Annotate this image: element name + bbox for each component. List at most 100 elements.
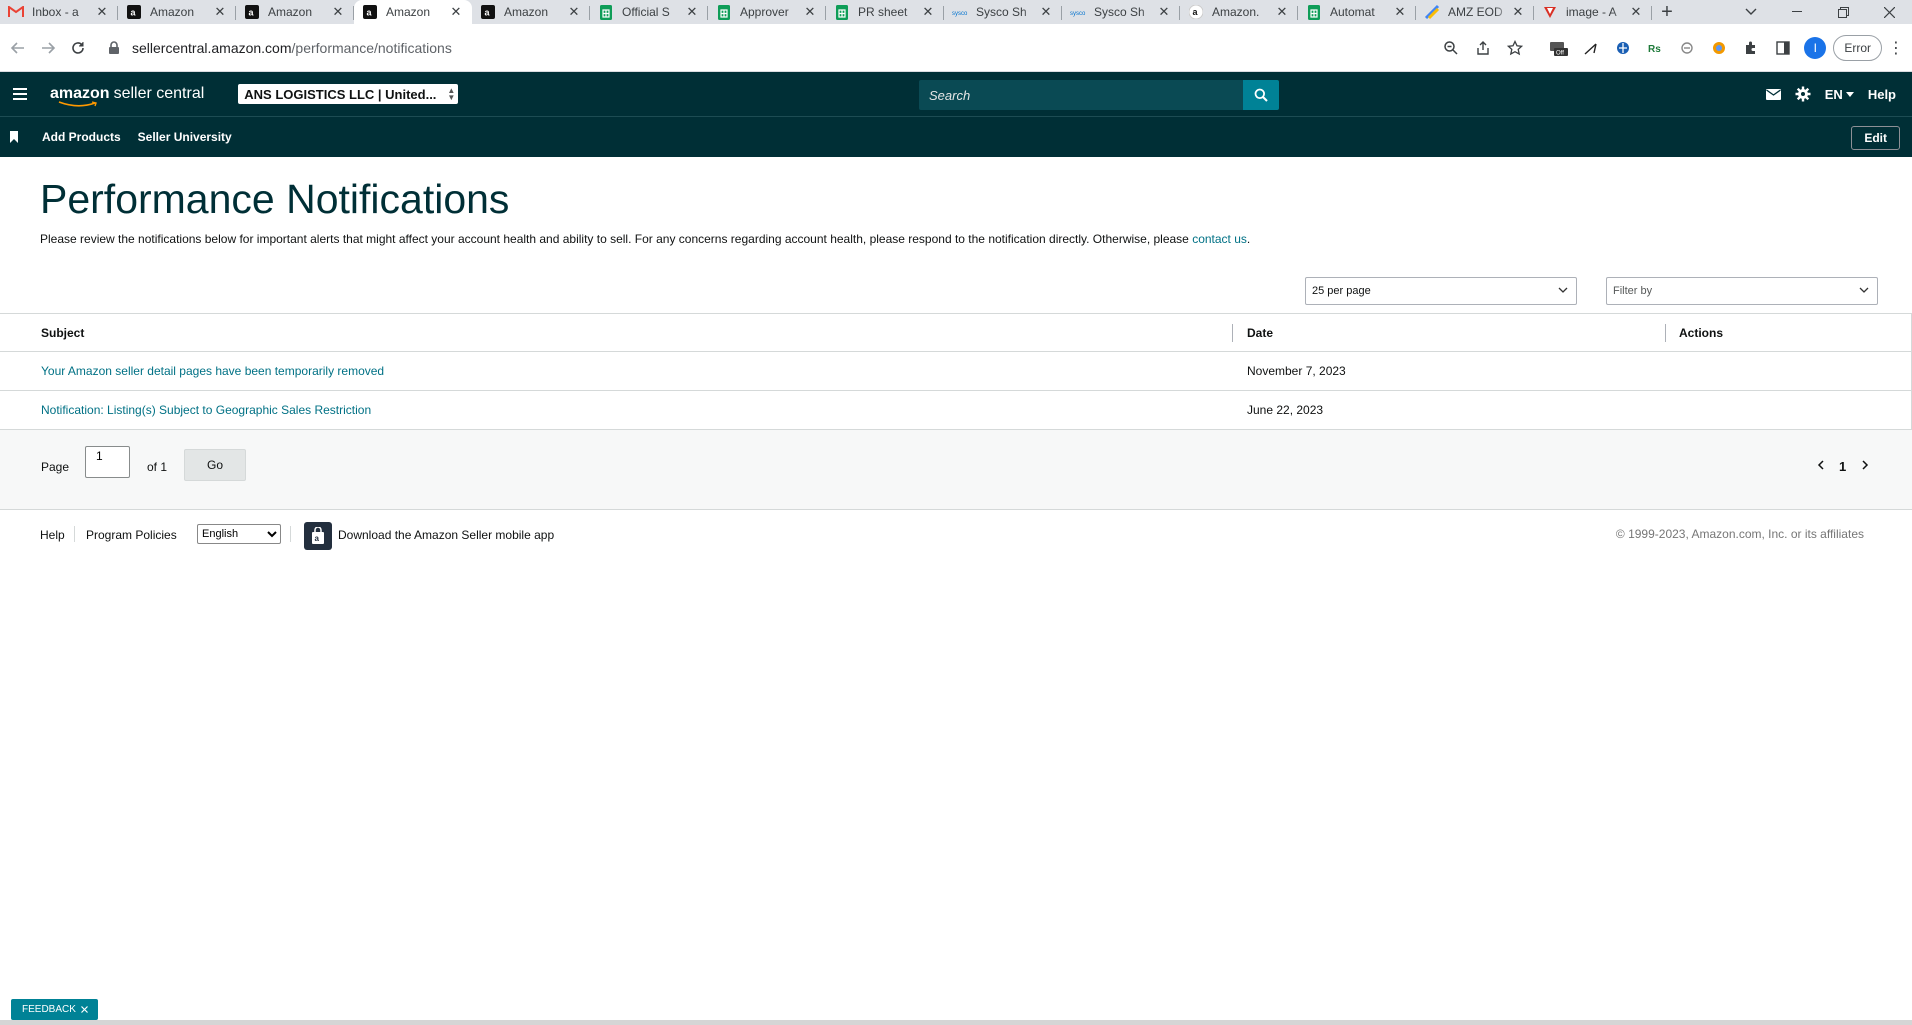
footer-language-select[interactable]: English [197, 524, 281, 544]
close-tab-icon[interactable]: ✕ [1156, 4, 1172, 20]
hamburger-menu-icon[interactable] [6, 88, 34, 100]
footer-program-policies-link[interactable]: Program Policies [86, 528, 177, 542]
side-panel-icon[interactable] [1769, 34, 1797, 62]
error-indicator[interactable]: Error [1833, 34, 1882, 61]
close-tab-icon[interactable]: ✕ [212, 4, 228, 20]
browser-tab[interactable]: a Amazon ✕ [236, 0, 354, 24]
browser-menu-icon[interactable]: ⋮ [1886, 38, 1906, 58]
browser-tab[interactable]: sysco Sysco Sh ✕ [944, 0, 1062, 24]
tab-title: Sysco Sh [976, 5, 1027, 19]
download-app-link[interactable]: Download the Amazon Seller mobile app [338, 528, 554, 542]
minimize-button[interactable] [1774, 0, 1820, 24]
close-tab-icon[interactable]: ✕ [1510, 4, 1526, 20]
close-tab-icon[interactable]: ✕ [566, 4, 582, 20]
extension-off-icon[interactable]: Off [1545, 34, 1573, 62]
browser-tab[interactable]: sysco Sysco Sh ✕ [1062, 0, 1180, 24]
chevron-down-icon [1558, 287, 1568, 293]
browser-tab[interactable]: Inbox - a ✕ [0, 0, 118, 24]
seller-central-logo[interactable]: amazon seller central [50, 85, 204, 107]
search-input[interactable] [919, 80, 1243, 110]
svg-text:Off: Off [1556, 50, 1564, 56]
forward-button[interactable] [34, 34, 62, 62]
browser-tab[interactable]: AMZ EOD ✕ [1416, 0, 1534, 24]
footer-help-link[interactable]: Help [40, 528, 65, 542]
browser-tab[interactable]: Automat ✕ [1298, 0, 1416, 24]
bookmark-star-icon[interactable] [1501, 34, 1529, 62]
tab-title: image - A [1566, 5, 1617, 19]
feedback-button[interactable]: FEEDBACK [11, 999, 98, 1020]
mail-icon[interactable] [1765, 88, 1781, 100]
reload-button[interactable] [64, 34, 92, 62]
extension-circle-icon[interactable] [1705, 34, 1733, 62]
sysco-icon: sysco [952, 4, 968, 20]
close-tab-icon[interactable]: ✕ [920, 4, 936, 20]
settings-gear-icon[interactable] [1795, 86, 1811, 102]
browser-tab[interactable]: a Amazon. ✕ [1180, 0, 1298, 24]
tab-search-icon[interactable] [1728, 0, 1774, 24]
amazon-icon: a [126, 4, 142, 20]
back-button[interactable] [4, 34, 32, 62]
close-window-button[interactable] [1866, 0, 1912, 24]
window-controls [1728, 0, 1912, 24]
notification-subject-link[interactable]: Notification: Listing(s) Subject to Geog… [41, 403, 371, 417]
extension-rs-icon[interactable]: Rs [1641, 34, 1669, 62]
colorful-icon [1424, 4, 1440, 20]
header-actions: EN Help [1765, 72, 1896, 116]
search-button[interactable] [1243, 80, 1279, 110]
extension-globe-icon[interactable] [1609, 34, 1637, 62]
browser-tab[interactable]: Official S ✕ [590, 0, 708, 24]
filter-select[interactable]: Filter by [1606, 277, 1878, 305]
browser-tab[interactable]: Approver ✕ [708, 0, 826, 24]
extensions-puzzle-icon[interactable] [1737, 34, 1765, 62]
zoom-icon[interactable] [1437, 34, 1465, 62]
page-number-input[interactable] [85, 446, 130, 478]
current-page-number[interactable]: 1 [1839, 459, 1846, 474]
new-tab-button[interactable]: + [1652, 0, 1682, 24]
next-page-icon[interactable] [1861, 460, 1869, 470]
close-tab-icon[interactable]: ✕ [330, 4, 346, 20]
nav-add-products[interactable]: Add Products [42, 130, 121, 144]
browser-tab[interactable]: a Amazon ✕ [118, 0, 236, 24]
close-tab-icon[interactable]: ✕ [94, 4, 110, 20]
browser-tab[interactable]: image - A ✕ [1534, 0, 1652, 24]
lock-icon[interactable] [102, 40, 126, 55]
help-link[interactable]: Help [1868, 87, 1896, 102]
horizontal-scrollbar[interactable] [0, 1020, 1912, 1025]
sheets-icon [598, 4, 614, 20]
tab-title: AMZ EOD [1448, 5, 1503, 19]
close-tab-icon[interactable]: ✕ [1392, 4, 1408, 20]
amazon-icon: a [480, 4, 496, 20]
language-code: EN [1824, 86, 1843, 102]
extension-arrow-icon[interactable] [1577, 34, 1605, 62]
bookmark-icon[interactable] [8, 131, 20, 143]
go-button[interactable]: Go [184, 449, 246, 481]
restore-button[interactable] [1820, 0, 1866, 24]
profile-avatar[interactable]: I [1801, 34, 1829, 62]
close-tab-icon[interactable]: ✕ [1628, 4, 1644, 20]
language-selector[interactable]: EN [1825, 87, 1854, 102]
amazon-smile-icon [58, 101, 97, 107]
nav-seller-university[interactable]: Seller University [138, 130, 232, 144]
share-icon[interactable] [1469, 34, 1497, 62]
browser-tab[interactable]: a Amazon ✕ [354, 0, 472, 24]
browser-tab[interactable]: PR sheet ✕ [826, 0, 944, 24]
notification-subject-link[interactable]: Your Amazon seller detail pages have bee… [41, 364, 384, 378]
close-tab-icon[interactable]: ✕ [1274, 4, 1290, 20]
previous-page-icon[interactable] [1817, 460, 1825, 470]
per-page-select[interactable]: 25 per page [1305, 277, 1577, 305]
close-tab-icon[interactable]: ✕ [1038, 4, 1054, 20]
contact-us-link[interactable]: contact us [1192, 232, 1247, 246]
address-bar[interactable]: sellercentral.amazon.com/performance/not… [102, 31, 1438, 64]
notification-date: November 7, 2023 [1247, 364, 1346, 378]
amazon-app-icon[interactable]: a [304, 522, 332, 550]
close-tab-icon[interactable]: ✕ [802, 4, 818, 20]
chevron-down-icon [1859, 287, 1869, 293]
close-tab-icon[interactable]: ✕ [448, 4, 464, 20]
edit-nav-button[interactable]: Edit [1851, 126, 1900, 150]
footer-divider [290, 526, 291, 542]
extension-cloud-icon[interactable] [1673, 34, 1701, 62]
close-icon[interactable] [80, 1006, 88, 1013]
browser-tab[interactable]: a Amazon ✕ [472, 0, 590, 24]
account-switcher[interactable]: ANS LOGISTICS LLC | United... ▲ ▼ [238, 84, 459, 104]
close-tab-icon[interactable]: ✕ [684, 4, 700, 20]
